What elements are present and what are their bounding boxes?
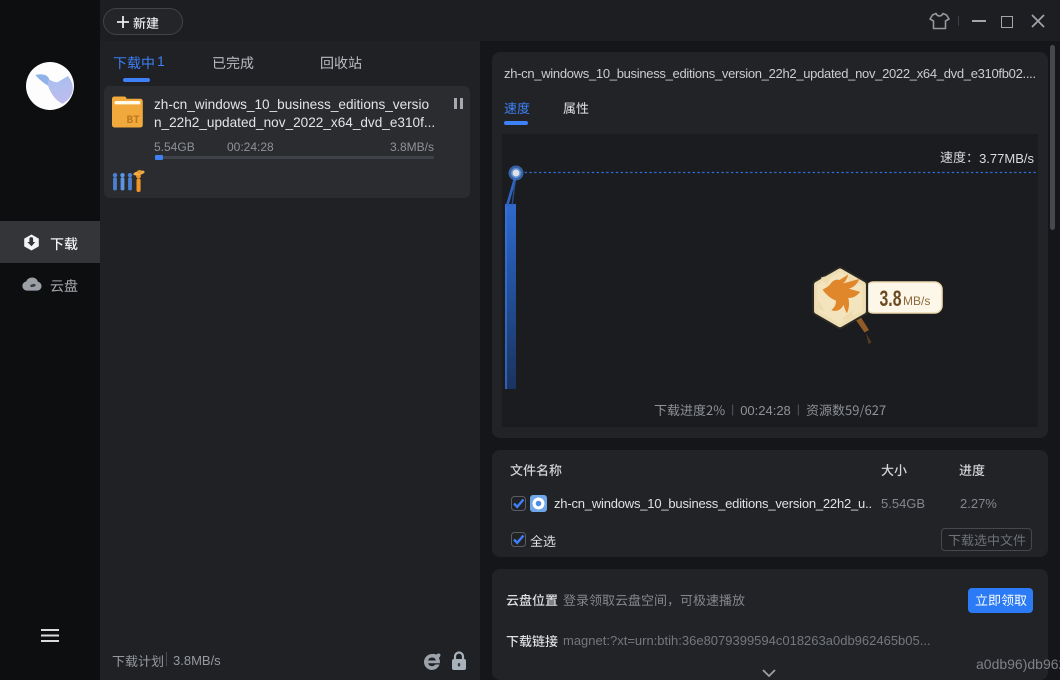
svg-text:BT: BT [127,115,141,127]
svg-text:3.8: 3.8 [880,288,902,312]
svg-text:MB/s: MB/s [903,294,930,308]
